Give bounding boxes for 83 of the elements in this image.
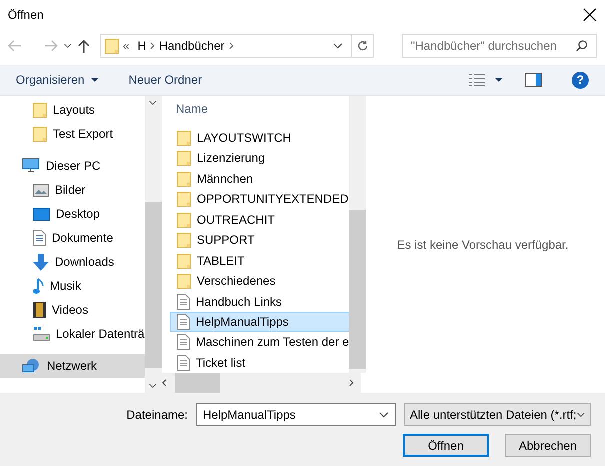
view-list-icon[interactable]	[469, 74, 485, 86]
filename-field[interactable]: HelpManualTipps	[196, 403, 396, 426]
breadcrumb[interactable]: H	[138, 39, 146, 53]
refresh-icon[interactable]	[356, 40, 368, 52]
file-row[interactable]: Männchen	[170, 168, 350, 190]
folder-icon	[33, 126, 47, 142]
caret-icon	[90, 78, 99, 82]
preview-message: Es ist keine Vorschau verfügbar.	[397, 238, 569, 252]
address-bar[interactable]: « H Handbücher	[100, 34, 374, 58]
file-row[interactable]: OUTREACHIT	[170, 210, 350, 230]
sidebar-item[interactable]: Downloads	[0, 250, 145, 274]
picture-icon	[33, 184, 49, 196]
folder-icon	[177, 130, 191, 146]
scroll-down-icon	[149, 383, 158, 389]
sidebar-item[interactable]: Dokumente	[0, 226, 145, 250]
column-header[interactable]: Name	[170, 96, 350, 122]
sidebar-item[interactable]: Test Export	[0, 122, 145, 146]
sidebar-item[interactable]: Musik	[0, 274, 145, 298]
document-icon	[177, 294, 190, 310]
help-button[interactable]: ?	[572, 72, 589, 88]
folder-icon	[177, 212, 191, 228]
scroll-left-icon	[162, 379, 167, 387]
chevron-right-icon	[150, 42, 156, 50]
file-row[interactable]: LAYOUTSWITCH	[170, 128, 350, 148]
file-row[interactable]: Ticket list	[170, 352, 350, 374]
history-chevron-icon	[64, 43, 72, 49]
scrollbar[interactable]	[349, 96, 366, 373]
drive-icon	[33, 327, 50, 341]
network-icon	[22, 358, 41, 374]
chevron-down-icon	[379, 412, 389, 418]
filename-label: Dateiname:	[126, 408, 188, 422]
up-arrow-icon[interactable]	[78, 39, 90, 53]
sidebar-item[interactable]: Dieser PC	[0, 154, 145, 178]
document-icon	[177, 314, 190, 330]
sidebar-item[interactable]: Lokaler Datenträ	[0, 322, 145, 346]
folder-icon	[177, 170, 191, 187]
chevron-down-icon	[333, 43, 343, 49]
document-icon	[33, 230, 46, 246]
folder-icon	[33, 102, 47, 118]
file-row[interactable]: OPPORTUNITYEXTENDED	[170, 189, 350, 210]
file-row[interactable]: Maschinen zum Testen der e	[170, 332, 350, 353]
scroll-up-icon	[149, 100, 158, 106]
film-strip-icon	[33, 302, 46, 318]
cancel-button[interactable]: Abbrechen	[505, 434, 591, 457]
folder-icon	[105, 38, 119, 54]
close-icon[interactable]	[583, 8, 597, 22]
folder-icon	[177, 191, 191, 208]
chevron-down-icon	[576, 412, 585, 418]
download-arrow-icon	[33, 254, 49, 270]
desktop-icon	[33, 208, 50, 220]
sidebar-item[interactable]: Netzwerk	[0, 354, 145, 378]
file-type-dropdown[interactable]: Alle unterstützten Dateien (*.rtf;	[404, 403, 591, 426]
window-title: Öffnen	[8, 8, 44, 22]
monitor-icon	[22, 158, 40, 174]
file-row[interactable]: Lizenzierung	[170, 148, 350, 169]
new-folder-button[interactable]: Neuer Ordner	[128, 73, 202, 87]
sidebar-item[interactable]: Layouts	[0, 98, 145, 122]
file-row[interactable]: TABLEIT	[170, 250, 350, 271]
scroll-right-icon	[349, 379, 354, 387]
preview-pane-icon[interactable]	[525, 73, 542, 87]
organize-button[interactable]: Organisieren	[16, 73, 99, 87]
file-row[interactable]: Verschiedenes	[170, 270, 350, 292]
folder-icon	[177, 252, 191, 269]
sidebar-item[interactable]: Bilder	[0, 178, 145, 202]
open-button[interactable]: Öffnen	[403, 434, 489, 457]
file-row[interactable]: SUPPORT	[170, 230, 350, 250]
breadcrumb[interactable]: «	[123, 39, 130, 53]
folder-icon	[177, 232, 191, 248]
sidebar-item[interactable]: Videos	[0, 298, 145, 322]
search-field[interactable]: "Handbücher" durchsuchen	[402, 34, 597, 58]
document-icon	[177, 334, 190, 350]
music-note-icon	[33, 278, 44, 294]
folder-icon	[177, 273, 191, 290]
sidebar-item[interactable]: Desktop	[0, 202, 145, 226]
file-row[interactable]: HelpManualTipps	[170, 312, 350, 332]
chevron-right-icon	[228, 42, 234, 50]
breadcrumb[interactable]: Handbücher	[159, 39, 225, 53]
caret-icon	[495, 78, 503, 82]
scrollbar[interactable]	[144, 96, 162, 393]
search-icon	[576, 40, 588, 52]
file-row[interactable]: Handbuch Links	[170, 291, 350, 312]
folder-icon	[177, 150, 191, 166]
document-icon	[177, 354, 190, 371]
